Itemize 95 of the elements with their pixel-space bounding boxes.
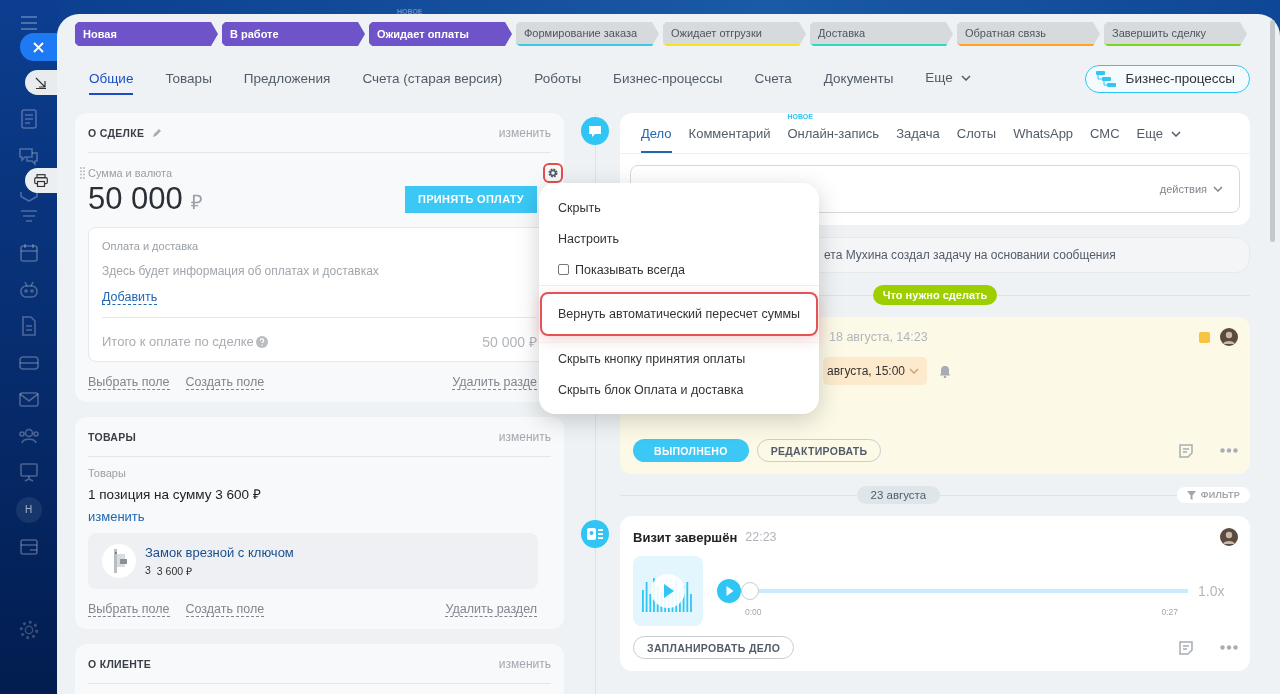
funnel-icon (1186, 490, 1196, 500)
sidebar-avatar[interactable]: Н (15, 496, 42, 523)
product-quantity: 3 (145, 563, 151, 578)
pipeline-stage[interactable]: Ожидает отгрузки (663, 22, 806, 46)
section-title: О СДЕЛКЕ (88, 126, 145, 139)
business-process-button[interactable]: Бизнес-процессы (1084, 64, 1250, 93)
duration: 0:27 (1161, 607, 1178, 617)
section-label: Что нужно сделать (872, 285, 998, 305)
composer-tab[interactable]: Слоты (956, 126, 997, 153)
slider-thumb[interactable] (741, 582, 759, 600)
tab[interactable]: Счета (старая версия) (362, 62, 503, 95)
product-name[interactable]: Замок врезной с ключом (145, 544, 294, 560)
composer-tab[interactable]: Задача (896, 126, 940, 153)
total-value: 50 000 ₽ (482, 333, 537, 351)
actions-dropdown[interactable]: действия (1159, 183, 1207, 195)
field-label: Товары (88, 467, 127, 479)
chat-icon (581, 117, 609, 145)
status-square-icon (1199, 331, 1210, 343)
field-link[interactable]: Выбрать поле (88, 602, 170, 617)
pipeline-stage[interactable]: Завершить сделку (1104, 22, 1247, 46)
close-button[interactable] (20, 33, 57, 61)
more-icon[interactable] (1220, 645, 1238, 650)
chevron-icon (1213, 186, 1223, 192)
payment-info: Здесь будет информация об оплатах и доставках (102, 264, 380, 278)
pipeline-stage[interactable]: Формирование заказа (516, 22, 659, 46)
waveform-drawing[interactable] (633, 556, 703, 626)
add-link[interactable]: Добавить (102, 290, 158, 305)
pipeline-stage[interactable]: Новая (75, 22, 218, 46)
delete-section-link[interactable]: Удалить разде (452, 375, 537, 390)
tab[interactable]: Общие (89, 62, 134, 95)
chevron-icon (909, 368, 920, 374)
composer-tab[interactable]: Комментарий (688, 126, 771, 153)
field-link[interactable]: Выбрать поле (88, 375, 170, 390)
composer-tab[interactable]: Дело (641, 126, 672, 153)
product-item[interactable]: Замок врезной с ключом 3 3 600 ₽ (88, 533, 538, 589)
pipeline-stage[interactable]: Доставка (810, 22, 953, 46)
scrollbar[interactable] (1270, 20, 1275, 242)
delete-section-link[interactable]: Удалить раздел (445, 602, 537, 617)
settings-icon[interactable] (17, 619, 40, 641)
chevron-icon (1171, 130, 1182, 137)
panel-title: Оплата и доставка (102, 240, 200, 252)
more-tab[interactable]: Еще (1136, 126, 1182, 153)
pipeline-stage[interactable]: Ожидает оплаты (369, 22, 512, 46)
tab[interactable]: Предложения (243, 62, 331, 95)
field-label: Сумма и валюта (88, 167, 173, 179)
field-link[interactable]: Создать поле (185, 602, 265, 617)
tab[interactable]: Роботы (534, 62, 582, 95)
section-title: О КЛИЕНТЕ (88, 657, 152, 670)
pipeline-stage[interactable]: Обратная связь (957, 22, 1100, 46)
print-button[interactable] (25, 168, 57, 193)
menu-item[interactable]: Скрыть кнопку принятия оплаты (540, 343, 818, 374)
menu-item[interactable]: Вернуть автоматический пересчет суммы (540, 292, 818, 336)
field-link[interactable]: Создать поле (185, 375, 265, 390)
deadline-chip[interactable]: августа, 15:00 (823, 357, 928, 385)
activity-time: 22:23 (745, 530, 777, 544)
amount-value: 50 000 (88, 181, 183, 216)
tab[interactable]: Товары (165, 62, 212, 95)
currency-sign: ₽ (190, 191, 203, 213)
arrow-icon (35, 76, 47, 89)
play-icon[interactable] (717, 579, 741, 603)
avatar-icon (1220, 328, 1238, 346)
more-tab[interactable]: Еще (925, 70, 971, 87)
section-title: ТОВАРЫ (88, 430, 137, 443)
menu-item[interactable]: Скрыть блок Оплата и доставка (540, 374, 818, 405)
settings-icon (547, 167, 559, 179)
tab[interactable]: Счета (754, 62, 792, 95)
task-time: 18 августа, 14:23 (829, 330, 928, 344)
close-icon (33, 41, 44, 53)
tab[interactable]: Бизнес-процессы (613, 62, 723, 95)
avatar-icon (1220, 528, 1238, 546)
products-summary: 1 позиция на сумму 3 600 ₽ (88, 486, 262, 503)
help-icon[interactable] (255, 335, 268, 348)
composer-tab[interactable]: СМС (1090, 126, 1120, 153)
current-time: 0:00 (745, 607, 762, 617)
total-label: Итого к оплате по сделке (102, 334, 254, 349)
checkbox[interactable] (558, 264, 569, 275)
printer-icon (34, 174, 48, 187)
note-icon[interactable] (1178, 639, 1194, 656)
workflow-icon (1095, 70, 1116, 87)
tab[interactable]: Документы (823, 62, 894, 95)
bell-icon[interactable] (939, 364, 952, 378)
contact-card-icon (581, 520, 609, 548)
composer-tab[interactable]: WhatsApp (1013, 126, 1074, 153)
note-icon[interactable] (1178, 442, 1194, 459)
menu-icon[interactable] (20, 16, 37, 30)
chevron-icon (960, 74, 971, 81)
product-price: 3 600 ₽ (156, 563, 193, 578)
drag-handle-icon[interactable] (80, 167, 85, 179)
pencil-icon[interactable] (152, 127, 163, 138)
minimize-button[interactable] (25, 70, 57, 95)
activity-title: Визит завершён (633, 529, 738, 545)
change-link[interactable]: изменить (88, 509, 145, 524)
more-icon[interactable] (1220, 448, 1238, 453)
pipeline-stage[interactable]: В работе (222, 22, 365, 46)
date-divider: 23 августа (856, 486, 941, 504)
